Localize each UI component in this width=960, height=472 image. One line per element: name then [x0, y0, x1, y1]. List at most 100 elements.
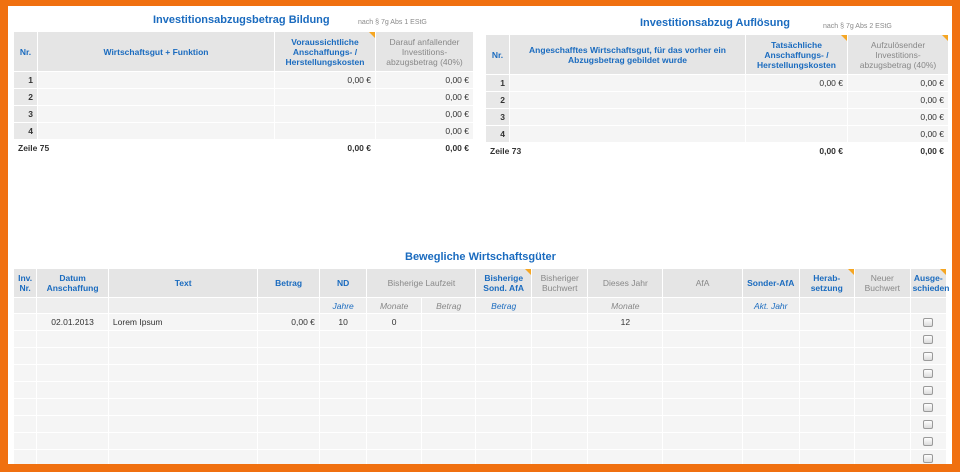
- text-cell[interactable]: [107, 347, 259, 365]
- nd-cell[interactable]: [318, 330, 368, 348]
- herabsetzung-cell[interactable]: [798, 347, 856, 365]
- text-cell[interactable]: [107, 364, 259, 382]
- wirtschaftsgut-cell[interactable]: [509, 125, 746, 143]
- nd-cell[interactable]: [318, 381, 368, 399]
- nd-cell[interactable]: [318, 432, 368, 450]
- wirtschaftsgut-cell[interactable]: [509, 91, 746, 109]
- inv-nr-cell[interactable]: [12, 432, 38, 450]
- sond-afa-cell[interactable]: [475, 449, 532, 464]
- betrag-cell[interactable]: [257, 364, 320, 382]
- laufzeit-monate-cell[interactable]: [366, 398, 422, 416]
- sonder-afa-cell[interactable]: [741, 364, 800, 382]
- wirtschaftsgut-cell[interactable]: [37, 88, 275, 106]
- sonder-afa-cell[interactable]: [741, 347, 800, 365]
- sonder-afa-cell[interactable]: [741, 313, 800, 331]
- inv-nr-cell[interactable]: [12, 381, 38, 399]
- text-cell[interactable]: [107, 449, 259, 464]
- text-cell[interactable]: [107, 415, 259, 433]
- sond-afa-cell[interactable]: [475, 313, 532, 331]
- datum-cell[interactable]: [36, 364, 109, 382]
- kosten-cell[interactable]: [274, 105, 376, 123]
- betrag-cell[interactable]: [257, 432, 320, 450]
- kosten-cell[interactable]: 0,00 €: [274, 71, 376, 89]
- sonder-afa-cell[interactable]: [741, 398, 800, 416]
- sonder-afa-cell[interactable]: [741, 330, 800, 348]
- inv-nr-cell[interactable]: [12, 313, 38, 331]
- datum-cell[interactable]: [36, 347, 109, 365]
- herabsetzung-cell[interactable]: [798, 449, 856, 464]
- inv-nr-cell[interactable]: [12, 449, 38, 464]
- sonder-afa-cell[interactable]: [741, 381, 800, 399]
- betrag-cell[interactable]: [257, 449, 320, 464]
- herabsetzung-cell[interactable]: [798, 415, 856, 433]
- laufzeit-monate-cell[interactable]: [366, 415, 422, 433]
- sonder-afa-cell[interactable]: [741, 432, 800, 450]
- datum-cell[interactable]: 02.01.2013: [36, 313, 109, 331]
- sond-afa-cell[interactable]: [475, 415, 532, 433]
- inv-nr-cell[interactable]: [12, 347, 38, 365]
- datum-cell[interactable]: [36, 432, 109, 450]
- betrag-cell[interactable]: [257, 415, 320, 433]
- laufzeit-monate-cell[interactable]: [366, 330, 422, 348]
- sonder-afa-cell[interactable]: [741, 449, 800, 464]
- ausgeschieden-checkbox[interactable]: [923, 386, 934, 396]
- betrag-cell[interactable]: 0,00 €: [257, 313, 320, 331]
- betrag-cell[interactable]: [257, 398, 320, 416]
- ausgeschieden-checkbox[interactable]: [923, 335, 934, 345]
- herabsetzung-cell[interactable]: [798, 330, 856, 348]
- sond-afa-cell[interactable]: [475, 347, 532, 365]
- sond-afa-cell[interactable]: [475, 330, 532, 348]
- herabsetzung-cell[interactable]: [798, 364, 856, 382]
- laufzeit-monate-cell[interactable]: [366, 347, 422, 365]
- text-cell[interactable]: [107, 381, 259, 399]
- laufzeit-monate-cell[interactable]: [366, 364, 422, 382]
- ausgeschieden-checkbox[interactable]: [923, 318, 934, 328]
- betrag-cell[interactable]: [257, 381, 320, 399]
- wirtschaftsgut-cell[interactable]: [37, 105, 275, 123]
- laufzeit-monate-cell[interactable]: [366, 432, 422, 450]
- sonder-afa-cell[interactable]: [741, 415, 800, 433]
- kosten-cell[interactable]: [745, 125, 848, 143]
- herabsetzung-cell[interactable]: [798, 381, 856, 399]
- sond-afa-cell[interactable]: [475, 432, 532, 450]
- laufzeit-monate-cell[interactable]: [366, 381, 422, 399]
- ausgeschieden-checkbox[interactable]: [923, 352, 934, 362]
- nd-cell[interactable]: [318, 398, 368, 416]
- sond-afa-cell[interactable]: [475, 381, 532, 399]
- wirtschaftsgut-cell[interactable]: [509, 108, 746, 126]
- kosten-cell[interactable]: [745, 91, 848, 109]
- text-cell[interactable]: [107, 330, 259, 348]
- datum-cell[interactable]: [36, 449, 109, 464]
- wirtschaftsgut-cell[interactable]: [37, 71, 275, 89]
- herabsetzung-cell[interactable]: [798, 313, 856, 331]
- text-cell[interactable]: [107, 398, 259, 416]
- nd-cell[interactable]: [318, 364, 368, 382]
- inv-nr-cell[interactable]: [12, 330, 38, 348]
- nd-cell[interactable]: [318, 415, 368, 433]
- ausgeschieden-checkbox[interactable]: [923, 437, 934, 447]
- nd-cell[interactable]: [318, 347, 368, 365]
- nd-cell[interactable]: 10: [318, 313, 368, 331]
- betrag-cell[interactable]: [257, 347, 320, 365]
- datum-cell[interactable]: [36, 381, 109, 399]
- sond-afa-cell[interactable]: [475, 364, 532, 382]
- ausgeschieden-checkbox[interactable]: [923, 454, 934, 464]
- wirtschaftsgut-cell[interactable]: [509, 74, 746, 92]
- nd-cell[interactable]: [318, 449, 368, 464]
- herabsetzung-cell[interactable]: [798, 432, 856, 450]
- wirtschaftsgut-cell[interactable]: [37, 122, 275, 140]
- inv-nr-cell[interactable]: [12, 415, 38, 433]
- datum-cell[interactable]: [36, 415, 109, 433]
- kosten-cell[interactable]: [274, 88, 376, 106]
- text-cell[interactable]: [107, 432, 259, 450]
- laufzeit-monate-cell[interactable]: 0: [366, 313, 422, 331]
- kosten-cell[interactable]: 0,00 €: [745, 74, 848, 92]
- herabsetzung-cell[interactable]: [798, 398, 856, 416]
- kosten-cell[interactable]: [745, 108, 848, 126]
- kosten-cell[interactable]: [274, 122, 376, 140]
- ausgeschieden-checkbox[interactable]: [923, 420, 934, 430]
- datum-cell[interactable]: [36, 398, 109, 416]
- sond-afa-cell[interactable]: [475, 398, 532, 416]
- ausgeschieden-checkbox[interactable]: [923, 403, 934, 413]
- text-cell[interactable]: Lorem Ipsum: [107, 313, 259, 331]
